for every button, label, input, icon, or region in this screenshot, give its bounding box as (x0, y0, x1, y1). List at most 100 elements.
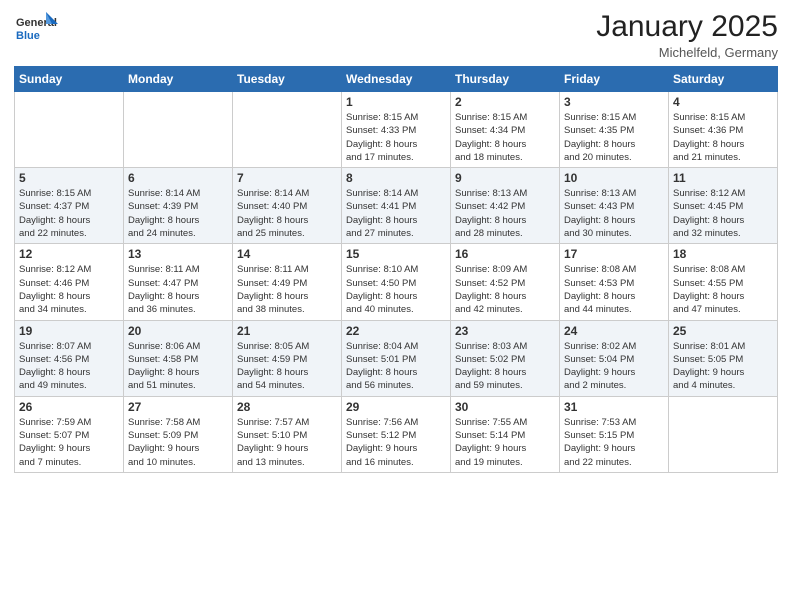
day-number: 18 (673, 247, 773, 261)
day-info: Sunrise: 7:57 AMSunset: 5:10 PMDaylight:… (237, 416, 337, 469)
day-info: Sunrise: 8:02 AMSunset: 5:04 PMDaylight:… (564, 340, 664, 393)
calendar-header-tuesday: Tuesday (233, 67, 342, 92)
calendar-header-friday: Friday (560, 67, 669, 92)
calendar-header-sunday: Sunday (15, 67, 124, 92)
title-block: January 2025 Michelfeld, Germany (596, 10, 778, 60)
calendar-day-cell: 14Sunrise: 8:11 AMSunset: 4:49 PMDayligh… (233, 244, 342, 320)
calendar-header-monday: Monday (124, 67, 233, 92)
calendar-day-cell: 16 Sunrise: 8:09 AMSunset: 4:52 PMDayligh… (451, 244, 560, 320)
day-number: 11 (673, 171, 773, 185)
day-info: Sunrise: 8:14 AMSunset: 4:39 PMDaylight:… (128, 187, 228, 240)
calendar-header-thursday: Thursday (451, 67, 560, 92)
calendar-day-cell: 11 Sunrise: 8:12 AMSunset: 4:45 PMDayligh… (669, 168, 778, 244)
calendar-table: SundayMondayTuesdayWednesdayThursdayFrid… (14, 66, 778, 473)
calendar-week-row: 19 Sunrise: 8:07 AMSunset: 4:56 PMDayligh… (15, 320, 778, 396)
location: Michelfeld, Germany (596, 45, 778, 60)
calendar-day-cell: 8Sunrise: 8:14 AMSunset: 4:41 PMDaylight… (342, 168, 451, 244)
calendar-day-cell: 30 Sunrise: 7:55 AMSunset: 5:14 PMDayligh… (451, 396, 560, 472)
day-number: 31 (564, 400, 664, 414)
calendar-day-cell (124, 92, 233, 168)
calendar-day-cell: 9Sunrise: 8:13 AMSunset: 4:42 PMDaylight… (451, 168, 560, 244)
day-info: Sunrise: 8:08 AMSunset: 4:55 PMDaylight:… (673, 263, 773, 316)
day-info: Sunrise: 8:05 AMSunset: 4:59 PMDaylight:… (237, 340, 337, 393)
calendar-day-cell: 7 Sunrise: 8:14 AMSunset: 4:40 PMDaylight… (233, 168, 342, 244)
day-number: 9 (455, 171, 555, 185)
day-number: 16 (455, 247, 555, 261)
day-number: 8 (346, 171, 446, 185)
calendar-day-cell: 1Sunrise: 8:15 AMSunset: 4:33 PMDaylight… (342, 92, 451, 168)
calendar-day-cell: 18 Sunrise: 8:08 AMSunset: 4:55 PMDayligh… (669, 244, 778, 320)
day-number: 5 (19, 171, 119, 185)
calendar-day-cell (669, 396, 778, 472)
calendar-day-cell: 25Sunrise: 8:01 AMSunset: 5:05 PMDayligh… (669, 320, 778, 396)
day-number: 7 (237, 171, 337, 185)
day-info: Sunrise: 8:07 AMSunset: 4:56 PMDaylight:… (19, 340, 119, 393)
logo: General Blue (14, 10, 58, 50)
day-number: 10 (564, 171, 664, 185)
day-number: 19 (19, 324, 119, 338)
calendar-day-cell: 31 Sunrise: 7:53 AMSunset: 5:15 PMDayligh… (560, 396, 669, 472)
day-info: Sunrise: 8:15 AMSunset: 4:36 PMDaylight:… (673, 111, 773, 164)
page: General Blue January 2025 Michelfeld, Ge… (0, 0, 792, 612)
calendar-day-cell (15, 92, 124, 168)
calendar-day-cell: 26Sunrise: 7:59 AMSunset: 5:07 PMDayligh… (15, 396, 124, 472)
day-number: 26 (19, 400, 119, 414)
day-info: Sunrise: 8:15 AMSunset: 4:34 PMDaylight:… (455, 111, 555, 164)
calendar-day-cell: 17 Sunrise: 8:08 AMSunset: 4:53 PMDayligh… (560, 244, 669, 320)
calendar-day-cell: 20 Sunrise: 8:06 AMSunset: 4:58 PMDayligh… (124, 320, 233, 396)
day-info: Sunrise: 8:14 AMSunset: 4:40 PMDaylight:… (237, 187, 337, 240)
calendar-day-cell: 23 Sunrise: 8:03 AMSunset: 5:02 PMDayligh… (451, 320, 560, 396)
calendar-header-saturday: Saturday (669, 67, 778, 92)
day-number: 22 (346, 324, 446, 338)
day-number: 24 (564, 324, 664, 338)
day-number: 30 (455, 400, 555, 414)
day-info: Sunrise: 8:12 AMSunset: 4:45 PMDaylight:… (673, 187, 773, 240)
calendar-day-cell: 27Sunrise: 7:58 AMSunset: 5:09 PMDayligh… (124, 396, 233, 472)
day-number: 6 (128, 171, 228, 185)
calendar-day-cell: 29Sunrise: 7:56 AMSunset: 5:12 PMDayligh… (342, 396, 451, 472)
calendar-week-row: 12Sunrise: 8:12 AMSunset: 4:46 PMDayligh… (15, 244, 778, 320)
day-info: Sunrise: 8:08 AMSunset: 4:53 PMDaylight:… (564, 263, 664, 316)
day-number: 13 (128, 247, 228, 261)
calendar-day-cell: 10 Sunrise: 8:13 AMSunset: 4:43 PMDayligh… (560, 168, 669, 244)
day-number: 4 (673, 95, 773, 109)
day-number: 2 (455, 95, 555, 109)
day-number: 28 (237, 400, 337, 414)
day-number: 20 (128, 324, 228, 338)
day-info: Sunrise: 8:01 AMSunset: 5:05 PMDaylight:… (673, 340, 773, 393)
day-number: 21 (237, 324, 337, 338)
day-info: Sunrise: 8:15 AMSunset: 4:33 PMDaylight:… (346, 111, 446, 164)
calendar-day-cell: 2 Sunrise: 8:15 AMSunset: 4:34 PMDaylight… (451, 92, 560, 168)
day-info: Sunrise: 8:03 AMSunset: 5:02 PMDaylight:… (455, 340, 555, 393)
day-number: 14 (237, 247, 337, 261)
day-number: 3 (564, 95, 664, 109)
day-number: 27 (128, 400, 228, 414)
header: General Blue January 2025 Michelfeld, Ge… (14, 10, 778, 60)
day-info: Sunrise: 7:53 AMSunset: 5:15 PMDaylight:… (564, 416, 664, 469)
svg-text:Blue: Blue (16, 30, 40, 42)
day-info: Sunrise: 8:10 AMSunset: 4:50 PMDaylight:… (346, 263, 446, 316)
day-number: 17 (564, 247, 664, 261)
calendar-day-cell: 12Sunrise: 8:12 AMSunset: 4:46 PMDayligh… (15, 244, 124, 320)
calendar-header-wednesday: Wednesday (342, 67, 451, 92)
day-number: 15 (346, 247, 446, 261)
calendar-day-cell: 6 Sunrise: 8:14 AMSunset: 4:39 PMDaylight… (124, 168, 233, 244)
day-number: 29 (346, 400, 446, 414)
calendar-day-cell: 19 Sunrise: 8:07 AMSunset: 4:56 PMDayligh… (15, 320, 124, 396)
logo-icon: General Blue (14, 10, 58, 50)
calendar-day-cell: 4 Sunrise: 8:15 AMSunset: 4:36 PMDaylight… (669, 92, 778, 168)
calendar-header-row: SundayMondayTuesdayWednesdayThursdayFrid… (15, 67, 778, 92)
calendar-day-cell: 15 Sunrise: 8:10 AMSunset: 4:50 PMDayligh… (342, 244, 451, 320)
day-number: 23 (455, 324, 555, 338)
day-info: Sunrise: 8:04 AMSunset: 5:01 PMDaylight:… (346, 340, 446, 393)
calendar-day-cell: 3Sunrise: 8:15 AMSunset: 4:35 PMDaylight… (560, 92, 669, 168)
day-info: Sunrise: 8:09 AMSunset: 4:52 PMDaylight:… (455, 263, 555, 316)
day-info: Sunrise: 8:13 AMSunset: 4:43 PMDaylight:… (564, 187, 664, 240)
day-info: Sunrise: 8:06 AMSunset: 4:58 PMDaylight:… (128, 340, 228, 393)
calendar-day-cell: 28 Sunrise: 7:57 AMSunset: 5:10 PMDayligh… (233, 396, 342, 472)
day-info: Sunrise: 8:15 AMSunset: 4:37 PMDaylight:… (19, 187, 119, 240)
calendar-day-cell: 24 Sunrise: 8:02 AMSunset: 5:04 PMDayligh… (560, 320, 669, 396)
calendar-day-cell (233, 92, 342, 168)
day-info: Sunrise: 7:55 AMSunset: 5:14 PMDaylight:… (455, 416, 555, 469)
calendar-week-row: 5 Sunrise: 8:15 AMSunset: 4:37 PMDaylight… (15, 168, 778, 244)
